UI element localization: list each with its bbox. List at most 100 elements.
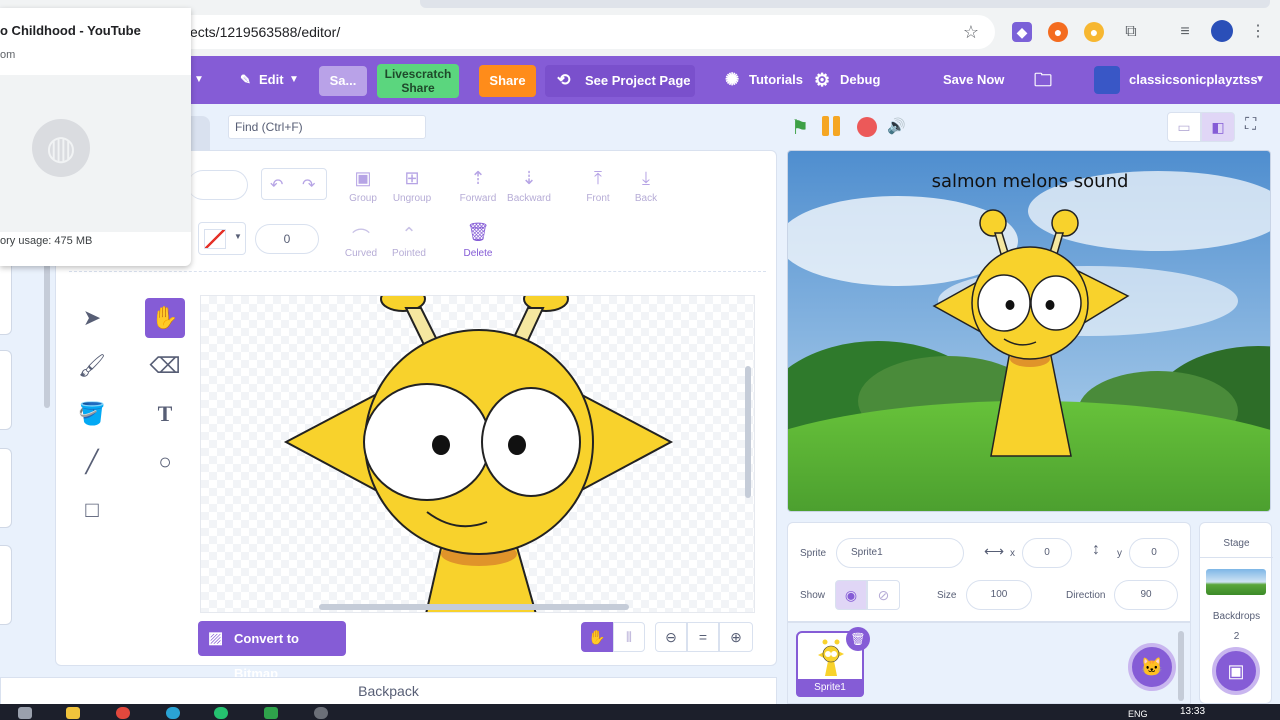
scrollbar[interactable] (44, 260, 50, 408)
costume-item[interactable] (0, 350, 12, 430)
hide-icon[interactable]: ⊘ (867, 580, 900, 610)
chrome-icon[interactable] (116, 707, 130, 719)
pause-icon[interactable] (833, 116, 840, 136)
sprite-name-input[interactable]: Sprite1 (836, 538, 964, 568)
reshape-tool-icon[interactable]: ✋ (145, 298, 185, 338)
tab-costumes[interactable] (190, 116, 210, 150)
delete-sprite-icon[interactable]: 🗑 (846, 627, 870, 651)
backward-icon[interactable]: ⇣ (499, 168, 559, 190)
pointed-icon[interactable]: ⌃ (379, 224, 439, 246)
stage-selector[interactable]: Stage Backdrops 2 ▣ (1199, 522, 1273, 704)
ungroup-icon[interactable]: ⊞ (382, 168, 442, 190)
add-sprite-button[interactable]: 🐱 (1128, 643, 1176, 691)
vector-mode-icon[interactable]: ✋ (581, 622, 613, 652)
zoom-in-icon[interactable]: ⊕ (719, 622, 753, 652)
show-visible-icon[interactable]: ◉ (835, 580, 867, 610)
sprite-thumb-label: Sprite1 (796, 679, 864, 697)
stage-canvas[interactable]: salmon melons sound (787, 150, 1271, 512)
zoom-out-icon[interactable]: ⊖ (655, 622, 687, 652)
backdrops-label: Backdrops (1212, 611, 1261, 622)
profile-avatar-icon[interactable] (1211, 20, 1233, 42)
eraser-tool-icon[interactable]: ⌫ (145, 346, 185, 386)
horizontal-scrollbar[interactable] (319, 604, 629, 610)
outline-color-picker[interactable]: ▼ (198, 222, 246, 255)
clock[interactable]: 13:33 (1180, 706, 1205, 717)
save-now-button[interactable]: Save Now (943, 56, 1004, 104)
x-input[interactable]: 0 (1022, 538, 1072, 568)
puzzle-icon[interactable]: ⧉ (1121, 22, 1141, 42)
delete-label[interactable]: Delete (448, 248, 508, 259)
direction-input[interactable]: 90 (1114, 580, 1178, 610)
scrollbar[interactable] (1178, 631, 1184, 701)
os-taskbar (0, 704, 1280, 720)
y-arrows-icon: ↕ (1092, 541, 1100, 558)
project-title-input[interactable]: Sa... (319, 66, 367, 96)
green-flag-icon[interactable]: ⚑ (791, 115, 809, 140)
circle-tool-icon[interactable]: ○ (145, 442, 185, 482)
speaker-icon[interactable]: 🔊 (887, 117, 906, 135)
extension-icon[interactable]: ● (1048, 22, 1068, 42)
language-indicator[interactable]: ENG (1128, 709, 1148, 719)
bookmark-star-icon[interactable]: ☆ (961, 22, 981, 42)
bitmap-mode-icon[interactable]: ⦀ (613, 622, 645, 652)
app-icon[interactable] (264, 707, 278, 719)
find-input[interactable]: Find (Ctrl+F) (228, 115, 426, 139)
back-icon[interactable]: ⤓ (616, 168, 676, 190)
start-icon[interactable] (18, 707, 32, 719)
folder-icon[interactable]: 🗀 (1034, 56, 1052, 104)
small-stage-icon[interactable]: ▭ (1167, 112, 1201, 142)
costume-item[interactable] (0, 255, 12, 335)
see-project-page-button[interactable]: ⟲ See Project Page (545, 65, 695, 97)
backdrops-count: 2 (1233, 631, 1240, 642)
extension-icon[interactable]: ◆ (1012, 22, 1032, 42)
y-input[interactable]: 0 (1129, 538, 1179, 568)
add-backdrop-button[interactable]: ▣ (1212, 647, 1260, 695)
stop-icon[interactable] (857, 117, 877, 137)
large-stage-icon[interactable]: ◧ (1201, 112, 1235, 142)
select-tool-icon[interactable]: ➤ (72, 298, 112, 338)
kebab-menu-icon[interactable]: ⋮ (1248, 22, 1268, 42)
costume-name-input[interactable] (188, 170, 248, 200)
fullscreen-icon[interactable]: ⛶ (1245, 116, 1256, 134)
vertical-scrollbar[interactable] (745, 366, 751, 498)
popup-memory: ory usage: 475 MB (0, 235, 93, 247)
chevron-down-icon: ▼ (234, 232, 242, 241)
username-menu[interactable]: classicsonicplayztss (1129, 56, 1258, 104)
rectangle-tool-icon[interactable]: □ (72, 490, 112, 530)
whatsapp-icon[interactable] (214, 707, 228, 719)
zoom-reset-button[interactable]: = (687, 622, 719, 652)
size-input[interactable]: 100 (966, 580, 1032, 610)
url-text[interactable]: ects/1219563588/editor/ (190, 24, 340, 40)
brush-tool-icon[interactable]: 🖌 (72, 346, 112, 386)
x-label: x (1010, 548, 1015, 559)
share-button[interactable]: Share (479, 65, 536, 97)
chevron-down-icon[interactable]: ▼ (194, 56, 204, 104)
trash-icon[interactable]: 🗑 (448, 222, 508, 244)
text-tool-icon[interactable]: T (145, 394, 185, 434)
livescratch-share-button[interactable]: Livescratch Share (377, 64, 459, 98)
app-icon[interactable] (314, 707, 328, 719)
line-tool-icon[interactable]: ╱ (72, 442, 112, 482)
edit-menu[interactable]: Edit (259, 56, 284, 104)
costume-item[interactable] (0, 545, 12, 625)
redo-icon[interactable]: ↷ (302, 175, 315, 195)
convert-to-bitmap-button[interactable]: ▨ Convert to Bitmap (198, 621, 346, 681)
backpack-bar[interactable]: Backpack (0, 677, 777, 705)
debug-menu[interactable]: Debug (840, 56, 880, 104)
media-icon[interactable]: ≡ (1175, 22, 1195, 42)
outline-width-input[interactable]: 0 (255, 224, 319, 254)
pause-icon[interactable] (822, 116, 829, 136)
extension-icon[interactable]: ● (1084, 22, 1104, 42)
pencil-icon: ✎ (240, 72, 251, 87)
chevron-down-icon[interactable]: ▼ (1255, 56, 1265, 104)
backdrop-thumbnail[interactable] (1206, 569, 1266, 595)
tutorials-menu[interactable]: Tutorials (749, 56, 803, 104)
undo-icon[interactable]: ↶ (270, 175, 283, 195)
costume-item[interactable] (0, 448, 12, 528)
tab-strip (420, 0, 1270, 8)
paint-canvas[interactable] (200, 295, 755, 613)
edge-icon[interactable] (166, 707, 180, 719)
avatar[interactable] (1094, 66, 1120, 94)
fill-tool-icon[interactable]: 🪣 (72, 394, 112, 434)
explorer-icon[interactable] (66, 707, 80, 719)
